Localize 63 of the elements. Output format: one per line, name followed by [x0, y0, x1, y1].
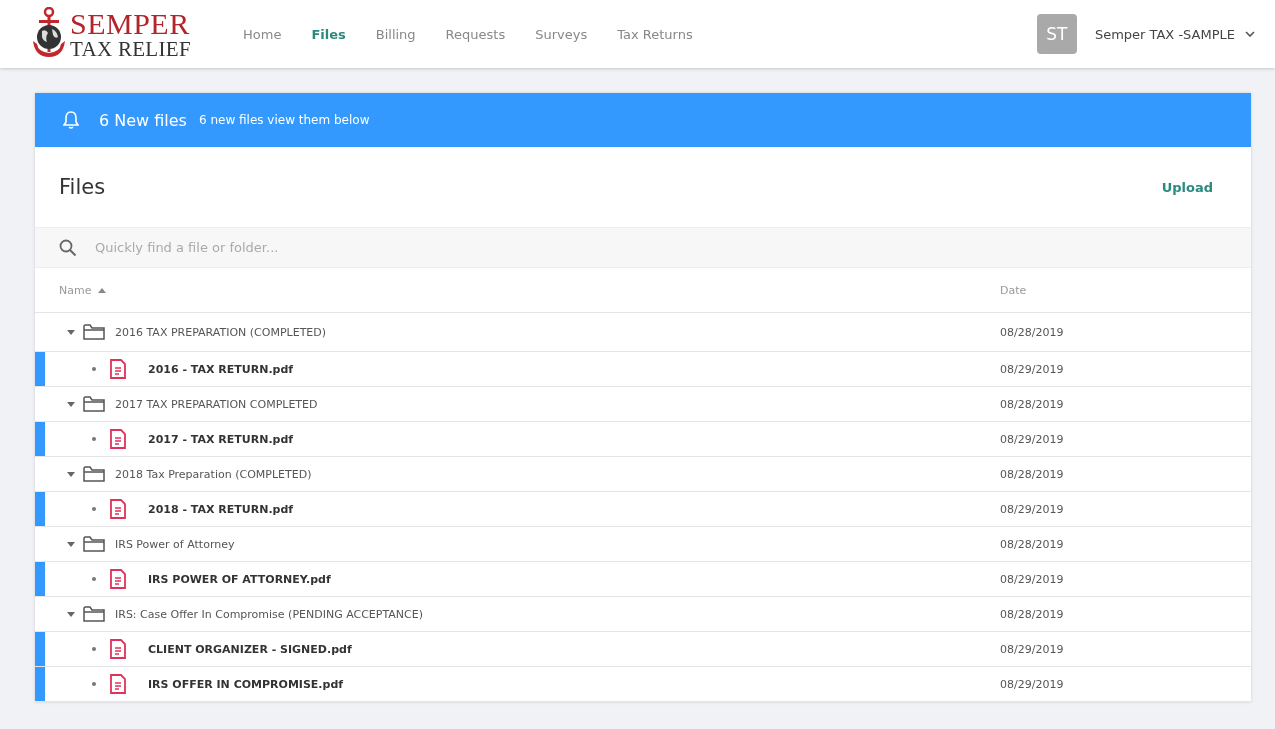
- search-input[interactable]: Quickly find a file or folder...: [93, 239, 1227, 256]
- date-cell: 08/29/2019: [1000, 362, 1064, 376]
- banner-title: 6 New files: [99, 110, 187, 130]
- folder-name[interactable]: IRS Power of Attorney: [115, 537, 235, 551]
- search-icon: [59, 238, 77, 257]
- folder-icon: [83, 606, 105, 622]
- caret-down-icon[interactable]: [67, 400, 75, 408]
- date-cell: 08/28/2019: [1000, 467, 1064, 481]
- caret-down-icon[interactable]: [67, 470, 75, 478]
- date-cell: 08/29/2019: [1000, 572, 1064, 586]
- document-icon: [110, 499, 126, 519]
- file-name[interactable]: IRS POWER OF ATTORNEY.pdf: [148, 572, 331, 586]
- nav-link[interactable]: Billing: [360, 26, 431, 42]
- bullet-icon: [92, 682, 96, 686]
- document-icon: [110, 639, 126, 659]
- folder-icon: [83, 466, 105, 482]
- document-icon: [110, 674, 126, 694]
- folder-icon: [83, 396, 105, 412]
- logo-wordmark: SEMPER: [70, 8, 191, 39]
- upload-link[interactable]: Upload: [1161, 179, 1213, 195]
- bullet-icon: [92, 367, 96, 371]
- date-cell: 08/29/2019: [1000, 642, 1064, 656]
- date-cell: 08/29/2019: [1000, 677, 1064, 691]
- document-icon: [110, 359, 126, 379]
- date-cell: 08/28/2019: [1000, 537, 1064, 551]
- nav-link[interactable]: Requests: [430, 26, 521, 42]
- bullet-icon: [92, 507, 96, 511]
- nav-link[interactable]: Surveys: [520, 26, 603, 42]
- nav-link[interactable]: Files: [296, 26, 361, 42]
- folder-name[interactable]: 2018 Tax Preparation (COMPLETED): [115, 467, 312, 481]
- caret-down-icon[interactable]: [67, 328, 75, 336]
- banner-message: 6 new files view them below: [198, 113, 370, 127]
- logo-tagline: TAX RELIEF: [70, 38, 191, 60]
- bell-icon: [63, 111, 79, 129]
- user-menu-button[interactable]: Semper TAX -SAMPLE: [1092, 24, 1257, 44]
- date-cell: 08/28/2019: [1000, 397, 1064, 411]
- bullet-icon: [92, 577, 96, 581]
- caret-down-icon[interactable]: [67, 540, 75, 548]
- date-cell: 08/28/2019: [1000, 325, 1064, 339]
- bullet-icon: [92, 437, 96, 441]
- folder-name[interactable]: 2016 TAX PREPARATION (COMPLETED): [115, 325, 327, 339]
- chevron-down-icon: [1245, 31, 1255, 37]
- nav-link[interactable]: Home: [228, 26, 297, 42]
- file-name[interactable]: IRS OFFER IN COMPROMISE.pdf: [148, 677, 344, 691]
- date-cell: 08/28/2019: [1000, 607, 1064, 621]
- date-cell: 08/29/2019: [1000, 432, 1064, 446]
- folder-icon: [83, 324, 105, 340]
- user-avatar: ST: [1036, 14, 1077, 54]
- file-name[interactable]: 2016 - TAX RETURN.pdf: [148, 362, 294, 376]
- document-icon: [110, 569, 126, 589]
- file-name[interactable]: 2018 - TAX RETURN.pdf: [148, 502, 294, 516]
- file-name[interactable]: 2017 - TAX RETURN.pdf: [148, 432, 294, 446]
- folder-icon: [83, 536, 105, 552]
- nav-link[interactable]: Tax Returns: [602, 26, 708, 42]
- date-cell: 08/29/2019: [1000, 502, 1064, 516]
- caret-down-icon[interactable]: [67, 610, 75, 618]
- file-name[interactable]: CLIENT ORGANIZER - SIGNED.pdf: [148, 642, 352, 656]
- document-icon: [110, 429, 126, 449]
- folder-name[interactable]: 2017 TAX PREPARATION COMPLETED: [115, 397, 318, 411]
- files-title: Files: [59, 175, 106, 199]
- bullet-icon: [92, 647, 96, 651]
- search-field[interactable]: Quickly find a file or folder...: [35, 227, 1251, 268]
- folder-name[interactable]: IRS: Case Offer In Compromise (PENDING ACCEPTANCE): [115, 607, 423, 621]
